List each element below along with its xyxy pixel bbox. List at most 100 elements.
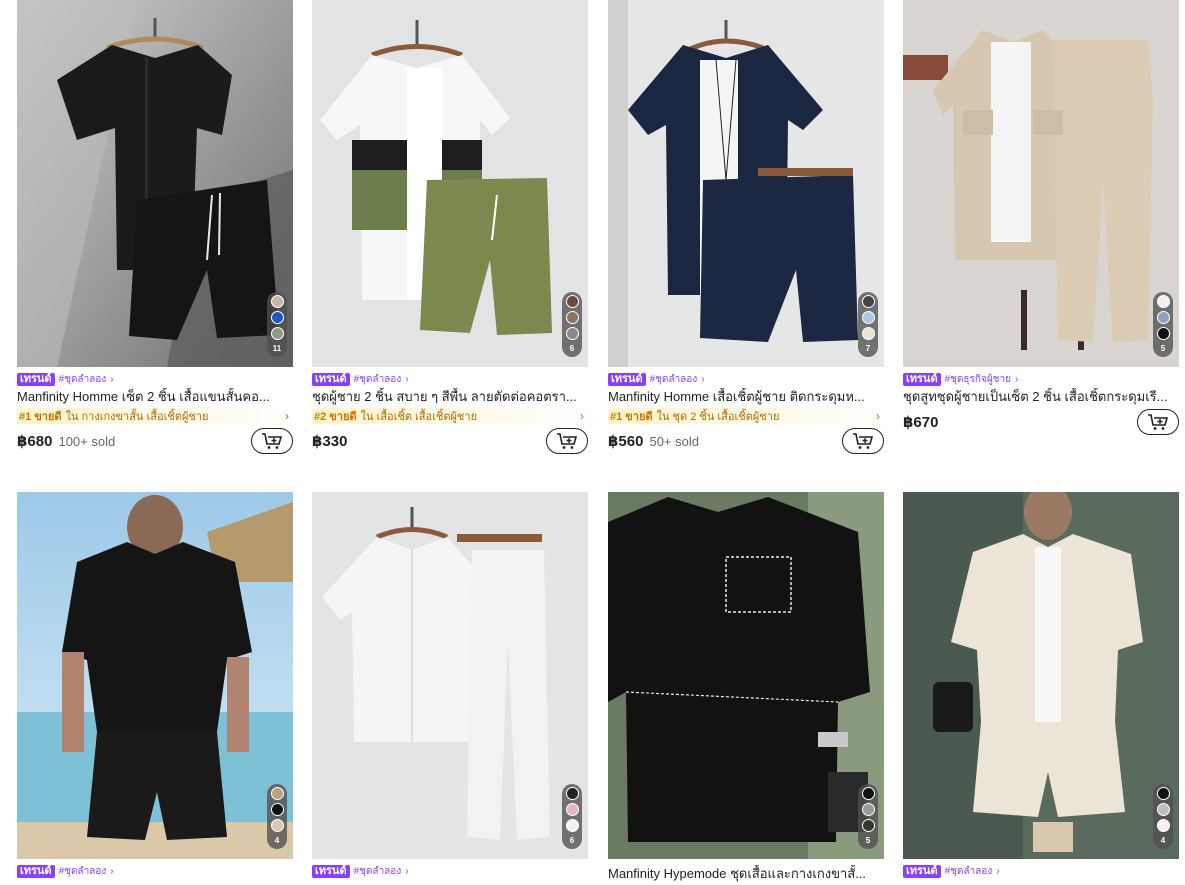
- add-to-cart-icon: [262, 433, 283, 449]
- product-card[interactable]: 4 เทรนด์ #ชุดลำลอง ›: [903, 492, 1179, 878]
- chevron-right-icon: ›: [701, 374, 705, 385]
- product-image[interactable]: 7: [608, 0, 884, 367]
- product-title[interactable]: ชุดสูทชุดผู้ชายเป็นเซ็ต 2 ชิ้น เสื้อเชิ้…: [903, 388, 1179, 405]
- color-swatch[interactable]: [861, 787, 875, 800]
- product-image[interactable]: 11: [17, 0, 293, 367]
- product-card[interactable]: 4 เทรนด์ #ชุดลำลอง ›: [17, 492, 293, 878]
- product-photo: [312, 0, 588, 367]
- color-swatches[interactable]: 4: [267, 784, 287, 849]
- color-swatch[interactable]: [1156, 327, 1170, 340]
- category-link[interactable]: #ชุดธุรกิจผู้ชาย: [945, 373, 1011, 386]
- product-photo: [608, 492, 884, 859]
- color-swatches[interactable]: 7: [858, 292, 878, 357]
- chevron-right-icon: ›: [110, 374, 114, 385]
- swatch-count: 4: [274, 836, 280, 845]
- add-to-cart-button[interactable]: [842, 428, 884, 454]
- add-to-cart-button[interactable]: [546, 428, 588, 454]
- tag-row: เทรนด์ #ชุดลำลอง ›: [312, 865, 588, 878]
- color-swatch[interactable]: [270, 803, 284, 816]
- product-title[interactable]: ชุดผู้ชาย 2 ชิ้น สบาย ๆ สีพื้น ลายตัดต่อ…: [312, 388, 588, 405]
- product-title[interactable]: Manfinity Homme เสื้อเชิ้ตผู้ชาย ติดกระด…: [608, 388, 884, 405]
- color-swatch[interactable]: [861, 327, 875, 340]
- product-photo: [17, 0, 293, 367]
- color-swatch[interactable]: [565, 327, 579, 340]
- color-swatch[interactable]: [565, 803, 579, 816]
- category-link[interactable]: #ชุดลำลอง: [354, 373, 402, 386]
- product-image[interactable]: 5: [903, 0, 1179, 367]
- price-row: ฿680 100+ sold: [17, 426, 293, 456]
- category-link[interactable]: #ชุดลำลอง: [650, 373, 698, 386]
- trend-badge: เทรนด์: [903, 865, 941, 878]
- color-swatch[interactable]: [565, 311, 579, 324]
- product-image[interactable]: 4: [17, 492, 293, 859]
- color-swatch[interactable]: [1156, 803, 1170, 816]
- color-swatch[interactable]: [270, 787, 284, 800]
- color-swatch[interactable]: [270, 295, 284, 308]
- product-image[interactable]: 4: [903, 492, 1179, 859]
- chevron-right-icon: ›: [876, 409, 880, 423]
- product-card[interactable]: 5 Manfinity Hypemode ชุดเสื้อและกางเกงขา…: [608, 492, 884, 882]
- add-to-cart-button[interactable]: [1137, 409, 1179, 435]
- category-link[interactable]: #ชุดลำลอง: [59, 865, 107, 878]
- chevron-right-icon: ›: [580, 409, 584, 423]
- color-swatches[interactable]: 6: [562, 292, 582, 357]
- product-card[interactable]: 5 เทรนด์ #ชุดธุรกิจผู้ชาย › ชุดสูทชุดผู้…: [903, 0, 1179, 437]
- tag-row: เทรนด์ #ชุดลำลอง ›: [608, 373, 884, 386]
- chevron-right-icon: ›: [1014, 374, 1019, 385]
- product-card[interactable]: 6 เทรนด์ #ชุดลำลอง › ชุดผู้ชาย 2 ชิ้น สบ…: [312, 0, 588, 456]
- product-photo: [17, 492, 293, 859]
- tag-row: เทรนด์ #ชุดลำลอง ›: [312, 373, 588, 386]
- chevron-right-icon: ›: [405, 866, 409, 877]
- product-title[interactable]: Manfinity Hypemode ชุดเสื้อและกางเกงขาสั…: [608, 865, 884, 882]
- trend-badge: เทรนด์: [17, 373, 55, 386]
- color-swatch[interactable]: [565, 819, 579, 832]
- color-swatch[interactable]: [565, 295, 579, 308]
- tag-row: เทรนด์ #ชุดลำลอง ›: [903, 865, 1179, 878]
- color-swatch[interactable]: [1156, 311, 1170, 324]
- bestseller-rank[interactable]: #1 ขายดี ใน ชุด 2 ชิ้น เสื้อเชิ้ตผู้ชาย …: [608, 408, 884, 424]
- bestseller-rank[interactable]: #1 ขายดี ใน กางเกงขาสั้น เสื้อเชิ้ตผู้ชา…: [17, 408, 293, 424]
- color-swatch[interactable]: [861, 803, 875, 816]
- color-swatches[interactable]: 6: [562, 784, 582, 849]
- category-link[interactable]: #ชุดลำลอง: [59, 373, 107, 386]
- sold-count: 50+ sold: [649, 433, 699, 449]
- tag-row: เทรนด์ #ชุดธุรกิจผู้ชาย ›: [903, 373, 1179, 386]
- color-swatch[interactable]: [861, 819, 875, 832]
- color-swatch[interactable]: [1156, 787, 1170, 800]
- trend-badge: เทรนด์: [608, 373, 646, 386]
- color-swatch[interactable]: [861, 311, 875, 324]
- color-swatch[interactable]: [270, 311, 284, 324]
- bestseller-rank[interactable]: #2 ขายดี ใน เสื้อเชิ้ต เสื้อเชิ้ตผู้ชาย …: [312, 408, 588, 424]
- color-swatch[interactable]: [270, 327, 284, 340]
- product-image[interactable]: 5: [608, 492, 884, 859]
- add-to-cart-button[interactable]: [251, 428, 293, 454]
- product-image[interactable]: 6: [312, 492, 588, 859]
- color-swatch[interactable]: [861, 295, 875, 308]
- product-title[interactable]: Manfinity Homme เซ็ต 2 ชิ้น เสื้อแขนสั้น…: [17, 388, 293, 405]
- color-swatch[interactable]: [565, 787, 579, 800]
- color-swatches[interactable]: 5: [858, 784, 878, 849]
- product-card[interactable]: 11 เทรนด์ #ชุดลำลอง › Manfinity Homme เซ…: [17, 0, 293, 456]
- product-grid: 11 เทรนด์ #ชุดลำลอง › Manfinity Homme เซ…: [0, 0, 1185, 885]
- category-link[interactable]: #ชุดลำลอง: [945, 865, 993, 878]
- color-swatch[interactable]: [1156, 819, 1170, 832]
- swatch-count: 6: [569, 344, 575, 353]
- color-swatch[interactable]: [1156, 295, 1170, 308]
- color-swatches[interactable]: 5: [1153, 292, 1173, 357]
- chevron-right-icon: ›: [285, 409, 289, 423]
- product-photo: [903, 0, 1179, 367]
- product-photo: [903, 492, 1179, 859]
- color-swatches[interactable]: 11: [267, 292, 287, 357]
- add-to-cart-icon: [853, 433, 874, 449]
- color-swatches[interactable]: 4: [1153, 784, 1173, 849]
- product-card[interactable]: 6 เทรนด์ #ชุดลำลอง ›: [312, 492, 588, 878]
- price: ฿330: [312, 433, 348, 450]
- rank-category: ใน กางเกงขาสั้น เสื้อเชิ้ตผู้ชาย: [65, 411, 209, 423]
- color-swatch[interactable]: [270, 819, 284, 832]
- trend-badge: เทรนด์: [312, 373, 350, 386]
- product-card[interactable]: 7 เทรนด์ #ชุดลำลอง › Manfinity Homme เสื…: [608, 0, 884, 456]
- rank-label: #1 ขายดี: [19, 411, 62, 423]
- category-link[interactable]: #ชุดลำลอง: [354, 865, 402, 878]
- product-image[interactable]: 6: [312, 0, 588, 367]
- rank-category: ใน เสื้อเชิ้ต เสื้อเชิ้ตผู้ชาย: [360, 411, 478, 423]
